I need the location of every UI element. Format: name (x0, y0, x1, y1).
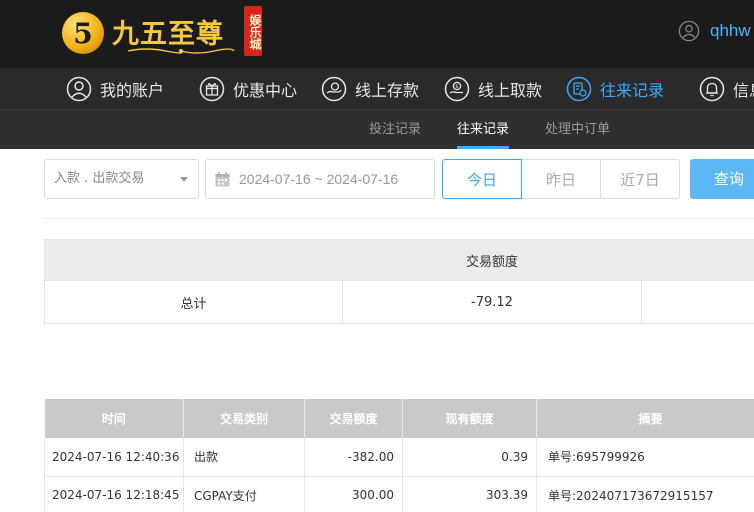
logo-flourish-icon (127, 48, 235, 54)
quick-date-group: 今日 昨日 近7日 (442, 159, 680, 199)
cell-balance: 0.39 (402, 438, 537, 477)
withdraw-icon: $ (444, 76, 470, 102)
last-7-days-button[interactable]: 近7日 (600, 159, 680, 199)
date-range-picker[interactable]: 2024-07-16 ~ 2024-07-16 (205, 159, 435, 199)
table-row[interactable]: 2024-07-16 12:40:36 出款 -382.00 0.39 单号:6… (44, 438, 754, 477)
col-header-balance[interactable]: 现有额度 (402, 399, 537, 438)
transaction-type-select[interactable]: 入款 . 出款交易 (44, 159, 199, 199)
today-button[interactable]: 今日 (442, 159, 522, 199)
svg-text:$: $ (455, 84, 458, 90)
nav-label: 线上存款 (355, 81, 420, 100)
col-header-type[interactable]: 交易类别 (183, 399, 305, 438)
logo-mark: 5 (62, 12, 104, 54)
nav-label: 信息 (733, 81, 754, 100)
nav-label: 我的账户 (100, 81, 165, 100)
user-menu[interactable]: qhhw (678, 20, 751, 42)
transaction-type-value: 入款 . 出款交易 (54, 171, 145, 186)
bell-icon (699, 76, 725, 102)
nav-label: 往来记录 (600, 81, 665, 100)
summary-total-amount: -79.12 (343, 281, 642, 323)
col-header-note[interactable]: 摘要 (536, 399, 754, 438)
tab-bet-records[interactable]: 投注记录 (369, 110, 421, 149)
records-table: 时间 交易类别 交易额度 现有额度 摘要 2024-07-16 12:40:36… (44, 399, 754, 512)
cell-time: 2024-07-16 12:18:45 (44, 476, 184, 512)
user-avatar-icon (678, 20, 700, 42)
nav-label: 线上取款 (478, 81, 543, 100)
table-row[interactable]: 2024-07-16 12:18:45 CGPAY支付 300.00 303.3… (44, 476, 754, 512)
cell-amount: 300.00 (304, 476, 403, 512)
col-header-amount[interactable]: 交易额度 (304, 399, 403, 438)
query-button[interactable]: 查询 (690, 159, 754, 199)
username[interactable]: qhhw (710, 21, 751, 41)
divider (44, 218, 754, 219)
tab-pending-orders[interactable]: 处理中订单 (545, 110, 610, 149)
logo-seal: 娱乐城 (244, 6, 262, 56)
summary-row: 总计 -79.12 (44, 281, 754, 324)
summary-total-blank (642, 281, 754, 323)
summary-header-blank (641, 240, 754, 280)
col-header-time[interactable]: 时间 (44, 399, 184, 438)
cell-time: 2024-07-16 12:40:36 (44, 438, 184, 477)
nav-label: 优惠中心 (233, 81, 298, 100)
user-circle-icon (66, 76, 92, 102)
nav-item-account[interactable]: 我的账户 (66, 68, 164, 110)
cell-balance: 303.39 (402, 476, 537, 512)
summary-table: 交易额度 总计 -79.12 (44, 239, 754, 324)
nav-item-promotions[interactable]: 优惠中心 (199, 68, 297, 110)
chevron-down-icon (180, 177, 188, 182)
records-header-row: 时间 交易类别 交易额度 现有额度 摘要 (44, 399, 754, 438)
logo-wordmark: 九五至尊 (108, 7, 248, 59)
calendar-icon (215, 171, 230, 186)
summary-header-amount: 交易额度 (465, 254, 518, 270)
summary-header: 交易额度 (44, 239, 754, 281)
top-header: 5 九五至尊 娱乐城 qhhw (0, 0, 754, 68)
site-logo[interactable]: 5 九五至尊 (62, 7, 248, 59)
nav-item-deposit[interactable]: 线上存款 (321, 68, 419, 110)
cell-amount: -382.00 (304, 438, 403, 477)
cell-note: 单号:202407173672915157 (536, 476, 754, 512)
tab-transaction-records[interactable]: 往来记录 (457, 110, 510, 149)
summary-header-blank (45, 240, 343, 280)
logo-text: 九五至尊 (112, 19, 224, 50)
cell-note: 单号:695799926 (536, 438, 754, 477)
sub-nav: 投注记录 往来记录 处理中订单 (0, 110, 754, 149)
main-nav: 我的账户 优惠中心 线上存款 $ 线上取款 往来记录 信 (0, 68, 754, 110)
gift-icon (199, 76, 225, 102)
cell-type: CGPAY支付 (183, 476, 305, 512)
record-icon (566, 76, 592, 102)
nav-item-messages[interactable]: 信息 (699, 68, 754, 110)
nav-item-withdraw[interactable]: $ 线上取款 (444, 68, 542, 110)
nav-item-records[interactable]: 往来记录 (566, 68, 664, 110)
cell-type: 出款 (183, 438, 305, 477)
deposit-icon (321, 76, 347, 102)
summary-total-label: 总计 (45, 281, 343, 323)
date-range-value: 2024-07-16 ~ 2024-07-16 (239, 171, 399, 187)
yesterday-button[interactable]: 昨日 (521, 159, 601, 199)
